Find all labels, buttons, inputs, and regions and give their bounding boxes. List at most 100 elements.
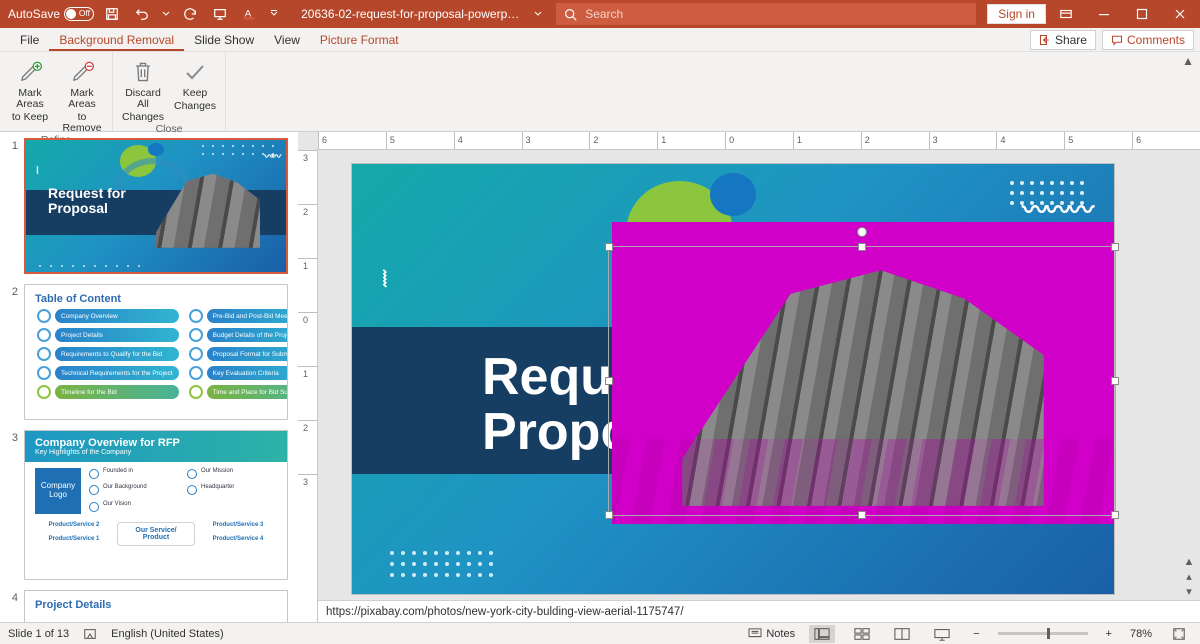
co-prod: Product/Service 3 [199,522,277,528]
search-box[interactable] [556,3,976,25]
ribbon-collapse-icon[interactable]: ▲ [1182,54,1194,68]
tab-file[interactable]: File [10,29,49,51]
toc-item: Company Overview [55,309,179,323]
pencil-minus-icon [68,58,96,86]
undo-icon[interactable] [130,2,154,26]
thumb-row: 4 Project Details [6,590,288,622]
thumb1-title-l2: Proposal [48,200,108,216]
view-slideshow-icon[interactable] [929,625,955,643]
maximize-icon[interactable] [1124,0,1160,28]
group-label-close: Close [156,123,183,137]
view-reading-icon[interactable] [889,625,915,643]
notes-toggle[interactable]: Notes [748,628,795,640]
resize-handle[interactable] [1111,243,1119,251]
resize-handle[interactable] [605,511,613,519]
slide-canvas[interactable]: ⦚ 〰〰〰 Request for Proposal [352,164,1114,594]
vertical-ruler[interactable]: 3210123 [298,150,318,622]
tab-background-removal[interactable]: Background Removal [49,29,184,51]
discard-l2: Changes [122,112,164,123]
rotate-handle-icon[interactable] [857,227,867,237]
view-normal-icon[interactable] [809,625,835,643]
resize-handle[interactable] [1111,511,1119,519]
sign-in-button[interactable]: Sign in [987,4,1046,24]
toc-item: Timeline for the Bid [55,385,179,399]
discard-all-changes-button[interactable]: Discard All Changes [119,54,167,123]
thumb3-sub: Key Highlights of the Company [35,449,277,456]
scroll-up-icon[interactable]: ▲ [1184,556,1195,568]
keep-l1: Keep [183,88,208,99]
zoom-out-icon[interactable]: − [969,628,983,640]
horizontal-ruler[interactable]: 6543210123456 [318,132,1200,150]
font-color-icon[interactable]: A [238,2,262,26]
mark-areas-keep-button[interactable]: Mark Areas to Keep [6,54,54,134]
notes-label: Notes [766,628,795,640]
discard-l1: Discard All [119,88,167,110]
comments-button[interactable]: Comments [1102,30,1194,50]
co-fact: Our Mission [201,468,233,474]
canvas-viewport[interactable]: ⦚ 〰〰〰 Request for Proposal [318,150,1200,600]
co-prod: Product/Service 2 [35,522,113,528]
search-input[interactable] [585,7,968,21]
autosave-knob [66,9,76,19]
autosave-track[interactable]: Off [64,7,94,21]
close-icon[interactable] [1162,0,1198,28]
slide-thumbnail-4[interactable]: Project Details [24,590,288,622]
zoom-slider-knob[interactable] [1047,628,1050,639]
resize-handle[interactable] [605,243,613,251]
zoom-in-icon[interactable]: + [1102,628,1116,640]
title-dropdown-icon[interactable] [531,2,545,26]
zoom-percent[interactable]: 78% [1130,628,1152,640]
thumb-row: 3 Company Overview for RFP Key Highlight… [6,430,288,580]
slide-thumbnails-panel[interactable]: 1 ⦚ 〰〰 Request forProposal 2 Table of Co [0,132,298,622]
language-label[interactable]: English (United States) [111,628,224,640]
share-label: Share [1055,33,1087,47]
share-button[interactable]: Share [1030,30,1096,50]
slide-thumbnail-1[interactable]: ⦚ 〰〰 Request forProposal [24,138,288,274]
autosave-state: Off [79,8,90,18]
co-prod: Product/Service 4 [199,536,277,542]
undo-more-icon[interactable] [160,2,172,26]
redo-icon[interactable] [178,2,202,26]
thumb-row: 1 ⦚ 〰〰 Request forProposal [6,138,288,274]
qat-more-icon[interactable] [268,2,280,26]
mark-keep-l1: Mark Areas [6,88,54,110]
pencil-plus-icon [16,58,44,86]
resize-handle[interactable] [605,377,613,385]
next-slide-icon[interactable]: ▾ [1186,585,1192,598]
co-prod-center: Our Service/ Product [117,522,195,546]
keep-changes-button[interactable]: Keep Changes [171,54,219,123]
accessibility-icon[interactable] [83,627,97,641]
ribbon-group-refine: Mark Areas to Keep Mark Areas to Remove … [0,52,113,131]
tab-picture-format[interactable]: Picture Format [310,29,409,51]
slide-counter[interactable]: Slide 1 of 13 [8,628,69,640]
slide-thumbnail-3[interactable]: Company Overview for RFP Key Highlights … [24,430,288,580]
resize-handle[interactable] [858,511,866,519]
co-fact: Our Vision [103,501,131,507]
view-sorter-icon[interactable] [849,625,875,643]
prev-slide-icon[interactable]: ▴ [1186,570,1192,583]
save-icon[interactable] [100,2,124,26]
mark-areas-remove-button[interactable]: Mark Areas to Remove [58,54,106,134]
tab-slide-show[interactable]: Slide Show [184,29,264,51]
keep-l2: Changes [174,101,216,112]
comments-label: Comments [1127,33,1185,47]
selection-frame[interactable] [608,246,1116,516]
zoom-slider[interactable] [998,632,1088,635]
toc-item: Pre-Bid and Post-Bid Meeting [207,309,288,323]
thumb4-title: Project Details [25,591,287,615]
resize-handle[interactable] [858,243,866,251]
slideshow-start-icon[interactable] [208,2,232,26]
notes-bar[interactable]: https://pixabay.com/photos/new-york-city… [318,600,1200,622]
thumb1-title-l1: Request for [48,185,126,201]
ribbon-display-icon[interactable] [1048,0,1084,28]
comments-icon [1111,34,1123,46]
toc-item: Technical Requirements for the Project [55,366,179,380]
slide-thumbnail-2[interactable]: Table of Content Company Overview Projec… [24,284,288,420]
fit-window-icon[interactable] [1166,625,1192,643]
check-icon [181,58,209,86]
toc-item: Time and Place for Bid Submission [207,385,288,399]
resize-handle[interactable] [1111,377,1119,385]
tab-view[interactable]: View [264,29,310,51]
autosave-toggle[interactable]: AutoSave Off [8,7,94,21]
minimize-icon[interactable] [1086,0,1122,28]
